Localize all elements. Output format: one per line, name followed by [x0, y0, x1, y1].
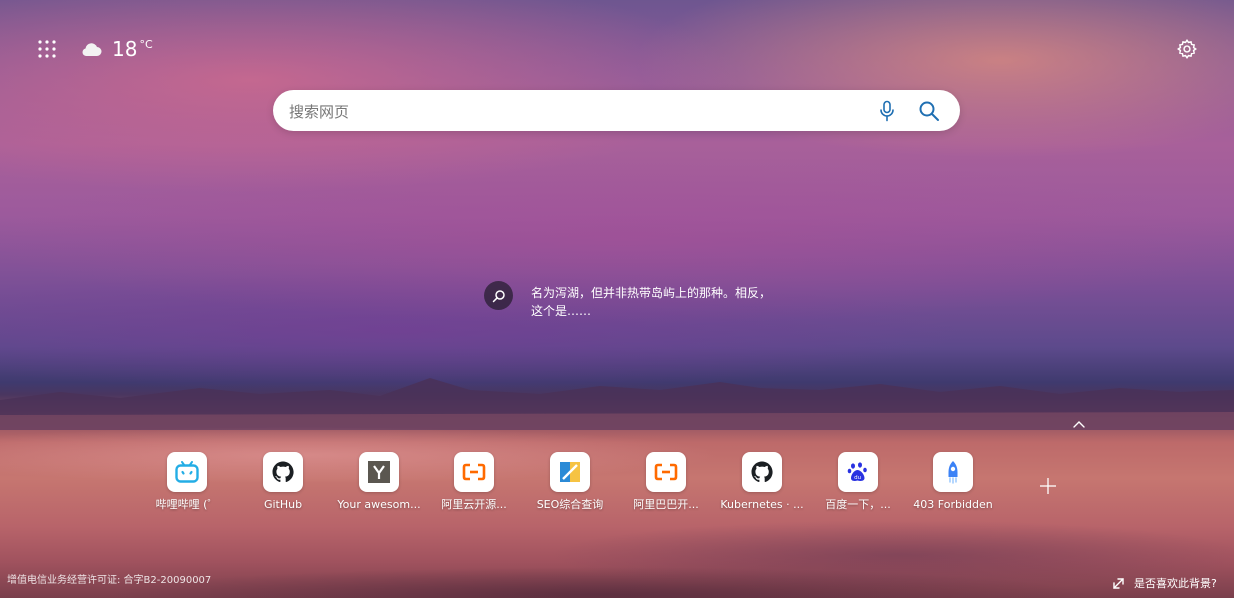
tile-icon-container [359, 452, 399, 492]
expand-icon [1113, 577, 1124, 589]
tile-label: Your awesom... [337, 498, 421, 511]
magnifier-icon [492, 289, 505, 302]
quick-link-tile[interactable]: 阿里巴巴开... [618, 452, 714, 512]
settings-button[interactable] [1176, 38, 1198, 60]
tile-icon-container [167, 452, 207, 492]
quick-link-tile[interactable]: SEO综合查询 [522, 452, 618, 512]
seo-icon [560, 462, 580, 482]
tile-label: 哔哩哔哩 (゜ [155, 498, 219, 511]
weather-widget[interactable]: 18 °C [80, 36, 153, 62]
temperature-value: 18 [112, 37, 138, 61]
tile-icon-container: du [838, 452, 878, 492]
baidu-icon: du [847, 462, 867, 481]
quick-link-tile[interactable]: GitHub [235, 452, 331, 512]
tile-label: 阿里巴巴开... [633, 498, 699, 511]
tile-label: GitHub [263, 498, 303, 511]
image-info-button[interactable] [484, 281, 513, 310]
background-feedback[interactable]: 是否喜欢此背景? [1112, 575, 1217, 591]
gear-icon [1177, 39, 1197, 59]
mountain-silhouette [0, 378, 1234, 430]
tile-label: 403 Forbidden [913, 498, 993, 511]
tile-label: Kubernetes · ... [720, 498, 804, 511]
image-description[interactable]: 名为泻湖，但并非热带岛屿上的那种。相反，这个是…… [531, 284, 771, 320]
search-icon [919, 101, 939, 121]
tile-icon-container [263, 452, 303, 492]
tile-label: SEO综合查询 [536, 498, 604, 511]
chevron-up-icon [1073, 421, 1085, 428]
github-icon [272, 461, 294, 483]
microphone-icon [880, 100, 894, 122]
tile-icon-container [742, 452, 782, 492]
plus-icon [1040, 478, 1056, 494]
quick-link-tile[interactable]: 403 Forbidden [905, 452, 1001, 512]
apps-grid-button[interactable] [37, 39, 57, 59]
tile-icon-container [454, 452, 494, 492]
add-shortcut-button[interactable] [1038, 476, 1058, 496]
bilibili-icon [175, 461, 199, 483]
search-input[interactable] [287, 98, 851, 125]
tile-icon-container [550, 452, 590, 492]
grid-icon [38, 40, 56, 58]
quick-link-tile[interactable]: 哔哩哔哩 (゜ [139, 452, 235, 512]
tile-label: 阿里云开源... [441, 498, 507, 511]
quick-link-tile[interactable]: Your awesom... [331, 452, 427, 512]
cloud-icon [82, 43, 102, 56]
rocket-icon [948, 461, 958, 484]
tile-label: 百度一下，... [825, 498, 891, 511]
license-text[interactable]: 增值电信业务经营许可证: 合字B2-20090007 [7, 571, 211, 586]
quick-link-tile[interactable]: du 百度一下，... [810, 452, 906, 512]
background-feedback-label: 是否喜欢此背景? [1134, 577, 1217, 590]
tile-icon-container [646, 452, 686, 492]
tile-icon-container [933, 452, 973, 492]
y-icon [368, 461, 390, 483]
search-submit-button[interactable] [918, 100, 940, 122]
alibaba-icon [654, 463, 678, 481]
voice-search-button[interactable] [878, 100, 896, 122]
temperature-unit: °C [139, 38, 153, 51]
search-bar [273, 90, 960, 131]
quick-link-tile[interactable]: 阿里云开源... [426, 452, 522, 512]
quick-link-tile[interactable]: Kubernetes · ... [714, 452, 810, 512]
collapse-button[interactable] [1071, 419, 1087, 429]
github-icon [751, 461, 773, 483]
svg-text:du: du [854, 475, 861, 481]
aliyun-icon [462, 463, 486, 481]
